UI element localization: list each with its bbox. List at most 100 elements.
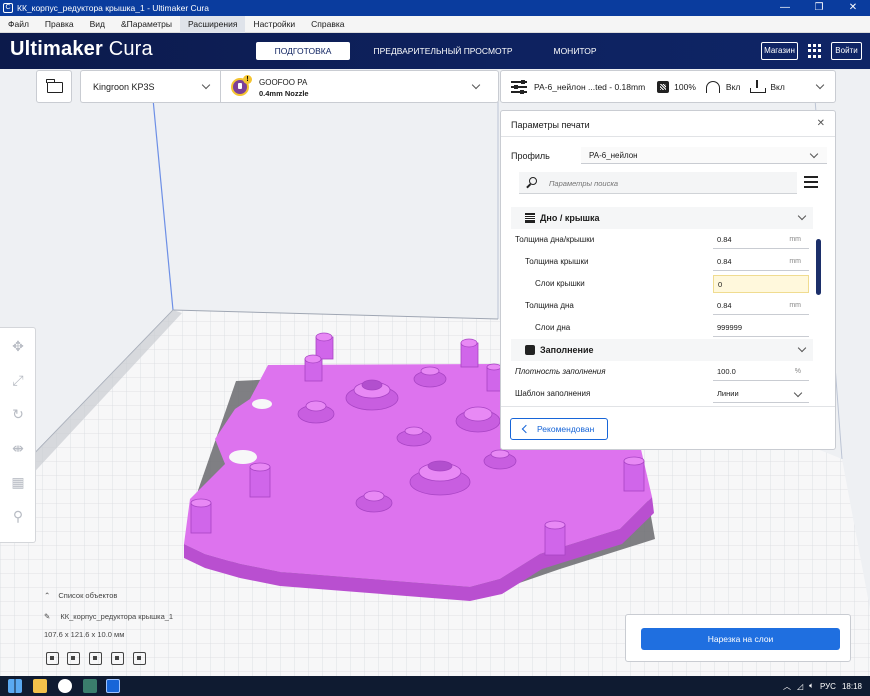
- printer-selector[interactable]: Kingroon KP3S: [80, 70, 220, 103]
- adhesion-value: Вкл: [770, 81, 785, 92]
- support-icon: [705, 80, 720, 93]
- setting-name: Слои дна: [535, 323, 571, 332]
- cura-taskbar-icon[interactable]: [106, 679, 120, 693]
- tab-preview[interactable]: ПРЕДВАРИТЕЛЬНЫЙ ПРОСМОТР: [363, 42, 523, 60]
- chevron-up-icon: ⌃: [44, 591, 51, 600]
- profile-label: Профиль: [511, 151, 550, 161]
- file-explorer-icon[interactable]: [33, 679, 47, 693]
- setting-input[interactable]: 100.0%: [713, 363, 809, 381]
- menu-bar: Файл Правка Вид &Параметры Расширения На…: [0, 15, 870, 33]
- maximize-button[interactable]: ❐: [802, 0, 836, 16]
- scale-tool-icon[interactable]: ⤢: [10, 372, 26, 388]
- tab-prepare[interactable]: ПОДГОТОВКА: [256, 42, 350, 60]
- per-model-settings-icon[interactable]: ▦: [10, 474, 26, 490]
- windows-start-icon[interactable]: [8, 679, 22, 693]
- menu-file[interactable]: Файл: [0, 16, 37, 33]
- minimize-button[interactable]: —: [768, 0, 802, 16]
- category-infill[interactable]: Заполнение: [511, 339, 813, 361]
- print-settings-toggle[interactable]: PA-6_нейлон ...ted - 0.18mm 100% Вкл Вкл: [500, 70, 836, 103]
- category-bottom-top[interactable]: Дно / крышка: [511, 207, 813, 229]
- setting-row: Толщина дна 0.84 mm: [511, 295, 813, 317]
- support-blocker-icon[interactable]: ⚲: [10, 508, 26, 524]
- setting-name: Слои крышки: [535, 279, 585, 288]
- printer-name: Kingroon KP3S: [93, 82, 155, 92]
- setting-row: Шаблон заполнения Линии: [511, 383, 813, 405]
- login-button[interactable]: Войти: [831, 42, 862, 60]
- profile-dropdown[interactable]: PA-6_нейлон: [581, 147, 827, 164]
- 3d-view-icon[interactable]: [46, 652, 59, 665]
- setting-input-highlighted[interactable]: 0: [713, 275, 809, 293]
- setting-row: Толщина дна/крышки 0.84 mm: [511, 229, 813, 251]
- language-indicator[interactable]: РУС: [820, 682, 836, 691]
- menu-help[interactable]: Справка: [303, 16, 352, 33]
- settings-scrollbar[interactable]: [816, 239, 821, 295]
- menu-extensions[interactable]: Расширения: [180, 15, 246, 33]
- window-title: КК_корпус_редуктора крышка_1 - Ultimaker…: [17, 3, 209, 13]
- apps-grid-icon[interactable]: [808, 44, 822, 58]
- menu-preferences[interactable]: Настройки: [245, 16, 303, 33]
- volume-icon[interactable]: 🔈︎: [809, 681, 814, 691]
- setting-input[interactable]: 999999: [713, 319, 809, 337]
- setting-input[interactable]: 0.84 mm: [713, 297, 809, 315]
- mirror-tool-icon[interactable]: ⇼: [10, 440, 26, 456]
- system-tray: ︿ ◿ 🔈︎ РУС 18:18: [783, 676, 862, 696]
- yandex-browser-icon[interactable]: [58, 679, 72, 693]
- layers-icon: [525, 213, 535, 223]
- object-name: КК_корпус_редуктора крышка_1: [60, 612, 174, 621]
- front-view-icon[interactable]: [67, 652, 80, 665]
- settings-list: Дно / крышка Толщина дна/крышки 0.84 mm Т…: [511, 203, 813, 411]
- adhesion-icon: [750, 80, 767, 93]
- setting-input[interactable]: 0.84 mm: [713, 231, 809, 249]
- cura-app-icon: C: [3, 3, 13, 13]
- settings-search[interactable]: [519, 172, 797, 194]
- open-file-button[interactable]: [36, 70, 72, 103]
- setting-name: Толщина дна: [525, 301, 574, 310]
- ultimaker-cura-logo: Ultimaker Cura: [10, 38, 153, 60]
- move-tool-icon[interactable]: ✥: [10, 338, 26, 354]
- close-window-button[interactable]: ✕: [836, 0, 870, 16]
- object-list-item[interactable]: ✎ КК_корпус_редуктора крышка_1: [44, 612, 173, 621]
- menu-settings[interactable]: &Параметры: [113, 16, 180, 33]
- object-list-header[interactable]: ⌃ Список объектов: [44, 591, 117, 600]
- tab-monitor[interactable]: МОНИТОР: [538, 42, 612, 60]
- app-icon[interactable]: [83, 679, 97, 693]
- right-view-icon[interactable]: [133, 652, 146, 665]
- infill-icon: [525, 345, 535, 355]
- menu-edit[interactable]: Правка: [37, 16, 82, 33]
- object-list-title: Список объектов: [58, 591, 118, 600]
- setting-input[interactable]: 0.84 mm: [713, 253, 809, 271]
- slice-button[interactable]: Нарезка на слои: [641, 628, 840, 650]
- menu-view[interactable]: Вид: [82, 16, 113, 33]
- profile-summary: PA-6_нейлон ...ted - 0.18mm: [534, 81, 646, 92]
- setting-name: Плотность заполнения: [515, 367, 606, 376]
- network-icon[interactable]: ◿: [797, 682, 803, 691]
- marketplace-button[interactable]: Магазин: [761, 42, 798, 60]
- material-selector[interactable]: ! GOOFOO PA 0.4mm Nozzle: [220, 70, 499, 103]
- material-name: GOOFOO PA: [259, 78, 308, 87]
- close-icon[interactable]: ✕: [817, 118, 825, 129]
- setting-dropdown[interactable]: Линии: [713, 385, 809, 403]
- left-view-icon[interactable]: [111, 652, 124, 665]
- chevron-up-icon[interactable]: ︿: [783, 681, 791, 692]
- warning-icon: !: [243, 75, 252, 84]
- setting-row: Слои крышки 0: [511, 273, 813, 295]
- top-view-icon[interactable]: [89, 652, 102, 665]
- chevron-down-icon: [809, 149, 819, 159]
- rotate-tool-icon[interactable]: ↻: [10, 406, 26, 422]
- tool-panel: ✥ ⤢ ↻ ⇼ ▦ ⚲: [0, 327, 36, 543]
- nozzle-size: 0.4mm Nozzle: [259, 89, 309, 98]
- setting-row: Толщина крышки 0.84 mm: [511, 251, 813, 273]
- windows-taskbar: ︿ ◿ 🔈︎ РУС 18:18: [0, 676, 870, 696]
- profile-value: PA-6_нейлон: [589, 151, 638, 160]
- search-input[interactable]: [549, 176, 779, 190]
- setting-name: Шаблон заполнения: [515, 389, 591, 398]
- menu-icon[interactable]: [804, 176, 818, 188]
- category-label: Заполнение: [540, 345, 594, 355]
- clock[interactable]: 18:18: [842, 682, 862, 691]
- search-icon: [529, 177, 537, 185]
- panel-title: Параметры печати: [511, 120, 590, 130]
- recommended-button[interactable]: Рекомендован: [510, 418, 608, 440]
- slice-panel: Нарезка на слои: [625, 614, 851, 662]
- print-settings-panel: Параметры печати ✕ Профиль PA-6_нейлон Д…: [500, 110, 836, 450]
- window-controls: — ❐ ✕: [768, 0, 870, 16]
